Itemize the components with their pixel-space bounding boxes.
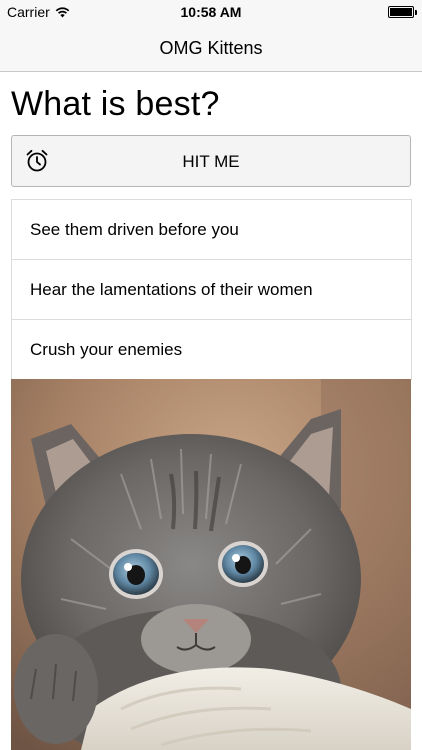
list-item[interactable]: Hear the lamentations of their women [12, 260, 411, 320]
navigation-bar: OMG Kittens [0, 26, 422, 72]
list-item-label: Hear the lamentations of their women [30, 279, 313, 299]
status-time: 10:58 AM [180, 4, 242, 20]
list-item-label: Crush your enemies [30, 339, 183, 359]
battery-icon [388, 6, 417, 18]
hit-me-button[interactable]: HIT ME [11, 135, 411, 187]
list-item[interactable]: Crush your enemies [12, 320, 411, 380]
nav-title: OMG Kittens [159, 38, 263, 58]
page-title: What is best? [11, 85, 220, 123]
list-item[interactable]: See them driven before you [12, 200, 411, 260]
status-bar: Carrier 10:58 AM [0, 0, 422, 26]
kitten-photo [11, 379, 411, 750]
option-list: See them driven before you Hear the lame… [11, 199, 412, 380]
list-item-label: See them driven before you [30, 219, 239, 239]
hit-me-label: HIT ME [182, 152, 240, 171]
